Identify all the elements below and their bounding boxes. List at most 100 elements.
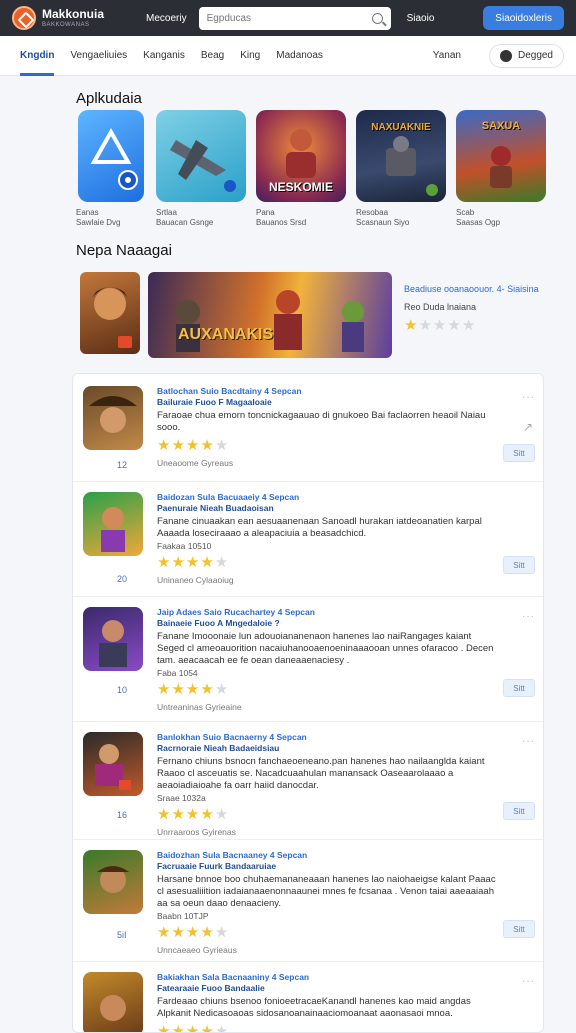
list-item[interactable]: 20 Baidozan Sula Bacuaaeiy 4 Sepcan Paen… (73, 482, 543, 597)
search-icon[interactable] (371, 12, 383, 24)
logo-icon (12, 6, 36, 30)
heroes-artwork-icon (176, 290, 364, 352)
item-meta: Faakaa 10510 (157, 540, 212, 551)
app-card[interactable]: Eanas Sawlaie Dvg (76, 110, 146, 229)
item-rating: ★ ★ ★ ★ ★ (157, 438, 228, 453)
list-item[interactable]: 12 Batlochan Suio Bacdtainy 4 Sepcan Bai… (73, 374, 543, 482)
item-title[interactable]: Batlochan Suio Bacdtainy 4 Sepcan (157, 386, 497, 397)
app-thumbnail (78, 110, 144, 202)
banner-subtitle: Reo Duda lnaiana (404, 302, 477, 312)
star-icon: ★ (157, 1022, 171, 1033)
app-card[interactable]: SAXUA Scab Saasas Ogp (456, 110, 546, 229)
item-rating: ★ ★ ★ ★ ★ (157, 1022, 228, 1033)
app-card[interactable]: Srtlaa Bauacan Gsnge (156, 110, 246, 229)
more-icon[interactable]: ··· (522, 736, 535, 747)
star-icon: ★ (404, 317, 418, 334)
triangle-logo-icon (90, 127, 138, 190)
tab-4[interactable]: Beag (201, 36, 224, 76)
nav-link[interactable]: Mecoeriy (146, 13, 187, 24)
star-icon: ★ (157, 805, 171, 823)
list-item[interactable]: 16 Banlokhan Suio Bacnaerny 4 Sepcan Rac… (73, 722, 543, 840)
star-icon: ★ (185, 923, 200, 941)
more-icon[interactable]: ··· (522, 611, 535, 622)
account-button-label: Degged (517, 50, 553, 61)
install-button[interactable]: Sitt (503, 679, 535, 697)
app-list: 12 Batlochan Suio Bacdtainy 4 Sepcan Bai… (72, 373, 544, 1033)
banner-link[interactable]: Beadiuse ooanaoouor. 4- Siaisina (404, 284, 554, 294)
install-button[interactable]: Sitt (503, 802, 535, 820)
app-icon (83, 386, 143, 450)
star-icon: ★ (171, 923, 185, 941)
list-item[interactable]: Bakiakhan Sala Bacnaaniny 4 Sepcan Fatea… (73, 962, 543, 1033)
item-category: Uneaoome Gyreaus (157, 457, 234, 468)
tab-home[interactable]: Kngdin (20, 36, 55, 76)
star-icon: ★ (185, 436, 200, 454)
star-icon: ★ (418, 317, 432, 334)
app-thumbnail-title: SAXUA (481, 120, 521, 132)
app-icon (83, 492, 143, 556)
search-input[interactable] (206, 12, 357, 24)
more-icon[interactable]: ··· (522, 976, 535, 987)
app-card[interactable]: NAXUAKNIE Resobaa Scasnaun Siyo (356, 110, 446, 229)
install-button[interactable]: Sitt (503, 444, 535, 462)
app-thumbnail: SAXUA (456, 110, 546, 202)
tab-6[interactable]: Madanoas (276, 36, 323, 76)
star-icon: ★ (185, 805, 200, 823)
app-developer: Bauanos Srsd (256, 218, 307, 228)
item-title[interactable]: Baidozan Sula Bacuaaeiy 4 Sepcan (157, 492, 497, 503)
review-count: 16 (117, 810, 128, 820)
more-icon[interactable]: ··· (522, 392, 535, 403)
item-subtitle: Bailuraie Fuoo F Magaaloaie (157, 397, 272, 408)
item-description: Fanane Imooonaie lun adouoiananenaon han… (157, 631, 494, 666)
install-button[interactable]: Sitt (503, 556, 535, 574)
item-title[interactable]: Jaip Adaes Saio Rucachartey 4 Sepcan (157, 607, 497, 618)
item-subtitle: Fatearaaie Fuoo Bandaalie (157, 983, 265, 994)
star-icon: ★ (171, 436, 185, 454)
star-icon: ★ (200, 923, 214, 941)
tab-right-label[interactable]: Yanan (433, 50, 461, 61)
tab-2[interactable]: Vengaeliuies (70, 36, 127, 76)
item-subtitle: Facruaaie Fuurk Bandaaruiae (157, 861, 277, 872)
item-title[interactable]: Banlokhan Suio Bacnaerny 4 Sepcan (157, 732, 497, 743)
app-thumbnail: NAXUAKNIE (356, 110, 446, 202)
item-category: Unrraaroos Gyirenas (157, 826, 236, 837)
app-thumbnail: NESKOMIE (256, 110, 346, 202)
star-icon: ★ (171, 680, 185, 698)
search-box[interactable] (198, 6, 391, 30)
banner-info: Beadiuse ooanaoouor. 4- Siaisina Reo Dud… (404, 284, 554, 333)
soldier-icon (99, 620, 127, 667)
review-count: 5iI (117, 930, 127, 940)
tab-3[interactable]: Kanganis (143, 36, 185, 76)
tab-5[interactable]: King (240, 36, 260, 76)
item-rating: ★ ★ ★ ★ ★ (157, 555, 228, 570)
list-item[interactable]: 5iI Baidozhan Sula Bacnaaney 4 Sepcan Fa… (73, 840, 543, 962)
user-icon (499, 49, 512, 62)
item-title[interactable]: Bakiakhan Sala Bacnaaniny 4 Sepcan (157, 972, 497, 983)
star-icon: ★ (200, 1022, 214, 1033)
item-rating: ★ ★ ★ ★ ★ (157, 682, 228, 697)
app-developer: Saasas Ogp (456, 218, 501, 228)
star-icon: ★ (171, 553, 185, 571)
banner-image[interactable]: AUXANAKIS (148, 272, 392, 358)
banner-thumbnail[interactable] (80, 272, 140, 354)
primary-cta-button[interactable]: Siaoidoxleris (483, 6, 564, 30)
item-subtitle: Bainaeie Fuoo A Mngedaloie ? (157, 618, 280, 629)
top-bar: Makkonuia BAKKOWANAS Mecoeriy Siaoio Sia… (0, 0, 576, 36)
item-title[interactable]: Baidozhan Sula Bacnaaney 4 Sepcan (157, 850, 497, 861)
app-name: Eanas (76, 208, 99, 217)
item-rating: ★ ★ ★ ★ ★ (157, 925, 228, 940)
star-icon: ★ (214, 805, 229, 823)
app-icon (83, 607, 143, 671)
gunner-icon (95, 744, 131, 790)
star-icon: ★ (185, 553, 200, 571)
share-icon[interactable]: ↗ (523, 420, 533, 434)
featured-title: Aplkudaia (76, 90, 142, 107)
star-icon: ★ (185, 1022, 200, 1033)
right-nav-link[interactable]: Siaoio (407, 13, 435, 24)
account-button[interactable]: Degged (488, 43, 564, 68)
app-card[interactable]: NESKOMIE Pana Bauanos Srsd (256, 110, 346, 229)
review-count: 10 (117, 685, 128, 695)
list-item[interactable]: 10 Jaip Adaes Saio Rucachartey 4 Sepcan … (73, 597, 543, 722)
install-button[interactable]: Sitt (503, 920, 535, 938)
logo[interactable]: Makkonuia BAKKOWANAS (12, 6, 124, 30)
